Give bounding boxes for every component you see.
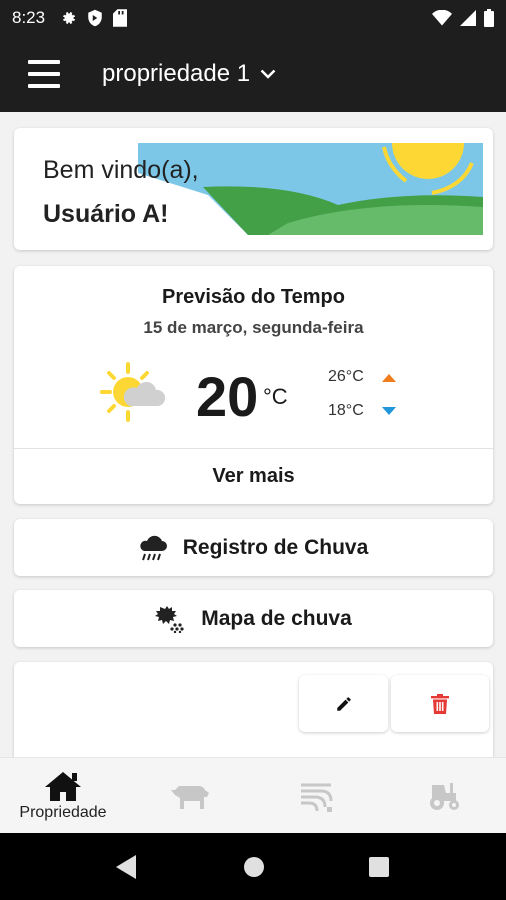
status-time: 8:23 xyxy=(12,8,46,27)
home-icon xyxy=(45,772,81,801)
nav-item-field[interactable] xyxy=(276,758,356,834)
temperature-min: 18°C xyxy=(328,402,364,419)
nav-item-cattle[interactable] xyxy=(150,758,230,834)
temperature-max: 26°C xyxy=(328,368,364,385)
arrow-up-icon xyxy=(382,374,396,382)
delete-button[interactable] xyxy=(391,675,489,732)
recents-icon[interactable] xyxy=(369,857,389,877)
rain-map-label: Mapa de chuva xyxy=(201,606,352,630)
rain-record-label: Registro de Chuva xyxy=(182,535,369,559)
menu-icon-bar xyxy=(28,84,60,88)
cattle-icon xyxy=(171,786,209,809)
status-system-icons xyxy=(432,9,494,27)
sun-cloud-icon xyxy=(100,362,166,422)
weather-unit: °C xyxy=(263,384,288,409)
menu-icon-bar xyxy=(28,72,60,76)
signal-icon xyxy=(460,10,476,26)
nav-item-tractor[interactable] xyxy=(404,758,484,834)
chevron-down-icon xyxy=(260,69,276,79)
bottom-navigation: Propriedade xyxy=(0,757,506,833)
property-selector[interactable]: propriedade 1 xyxy=(102,60,276,88)
pencil-icon xyxy=(336,696,351,711)
weather-temperature: 20 xyxy=(196,365,259,428)
settings-icon xyxy=(63,12,76,25)
shield-icon xyxy=(88,9,102,27)
property-card xyxy=(14,662,493,758)
home-button-icon[interactable] xyxy=(243,856,265,878)
sd-card-icon xyxy=(113,9,128,27)
status-notification-icons xyxy=(59,9,128,27)
arrow-down-icon xyxy=(382,407,396,415)
app-bar: propriedade 1 xyxy=(0,36,506,112)
welcome-card: Bem vindo(a), Usuário A! xyxy=(14,128,493,250)
nav-label-property: Propriedade xyxy=(19,804,107,821)
system-navigation-bar xyxy=(0,833,506,900)
tractor-icon xyxy=(430,783,459,810)
trash-icon xyxy=(431,693,449,714)
weather-title: Previsão do Tempo xyxy=(161,286,345,308)
rain-map-icon xyxy=(155,605,184,633)
nav-item-property[interactable]: Propriedade xyxy=(10,758,116,834)
rain-cloud-icon xyxy=(139,535,167,560)
field-icon xyxy=(301,783,333,812)
property-name: propriedade 1 xyxy=(102,60,251,87)
rain-map-button[interactable]: Mapa de chuva xyxy=(14,590,493,647)
menu-icon-bar xyxy=(28,60,60,64)
see-more-button[interactable]: Ver mais xyxy=(14,449,493,504)
rain-record-button[interactable]: Registro de Chuva xyxy=(14,519,493,576)
welcome-user-name: Usuário A! xyxy=(43,200,169,228)
edit-button[interactable] xyxy=(299,675,388,732)
welcome-greeting: Bem vindo(a), xyxy=(43,156,199,184)
wifi-icon xyxy=(432,10,452,26)
menu-button[interactable] xyxy=(28,60,60,88)
status-bar: 8:23 xyxy=(0,0,506,36)
weather-card: Previsão do Tempo 15 de março, segunda-f… xyxy=(14,266,493,504)
weather-date: 15 de março, segunda-feira xyxy=(143,318,364,337)
back-icon[interactable] xyxy=(116,855,136,879)
battery-icon xyxy=(484,9,494,27)
